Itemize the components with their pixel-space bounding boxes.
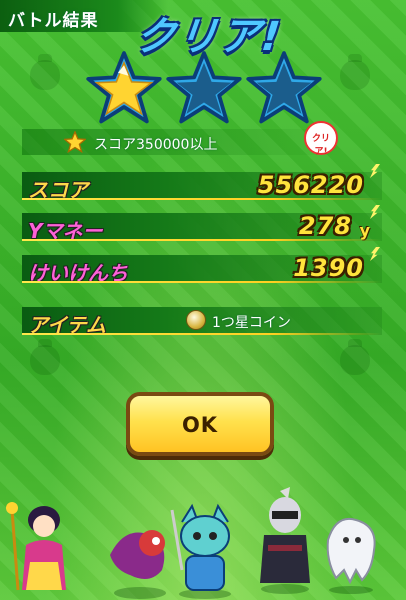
star-empty-icon	[166, 51, 242, 124]
score-label: スコア	[28, 178, 88, 202]
exp-label: けいけんち	[28, 261, 128, 285]
item-label: アイテム	[28, 313, 106, 337]
character-lineup	[0, 470, 406, 600]
clear-condition: スコア350000以上	[22, 129, 342, 155]
princess-yokai-icon	[6, 502, 66, 591]
item-name: 1つ星コイン	[212, 315, 291, 331]
star-small-icon	[64, 131, 86, 153]
star-earned-icon	[86, 51, 162, 124]
star-rating	[86, 50, 322, 130]
exp-row: けいけんち 1390	[22, 247, 382, 285]
bag-pattern-icon	[30, 54, 60, 90]
clear-stamp-badge: クリア!	[304, 121, 338, 157]
score-value: 556220	[257, 171, 364, 199]
star-empty-icon	[246, 51, 322, 124]
bag-pattern-icon	[340, 54, 370, 90]
page-title: バトル結果	[8, 11, 99, 31]
money-value: 278	[298, 212, 352, 240]
ninja-yokai-icon	[260, 487, 310, 594]
item-row: アイテム 1つ星コイン	[22, 307, 382, 337]
coin-icon	[186, 310, 206, 330]
bag-pattern-icon	[30, 339, 60, 375]
condition-text: スコア350000以上	[94, 137, 218, 153]
ok-button-label: OK	[181, 413, 219, 437]
ok-button[interactable]: OK	[126, 392, 274, 456]
money-label: Yマネー	[28, 219, 103, 243]
bag-pattern-icon	[340, 339, 370, 375]
score-row: スコア 556220	[22, 164, 382, 202]
money-row: Yマネー 278 y	[22, 205, 382, 243]
knight-cat-yokai-icon	[170, 503, 231, 599]
ghost-yokai-icon	[326, 518, 376, 594]
exp-value: 1390	[293, 254, 364, 282]
money-unit: y	[359, 221, 370, 240]
